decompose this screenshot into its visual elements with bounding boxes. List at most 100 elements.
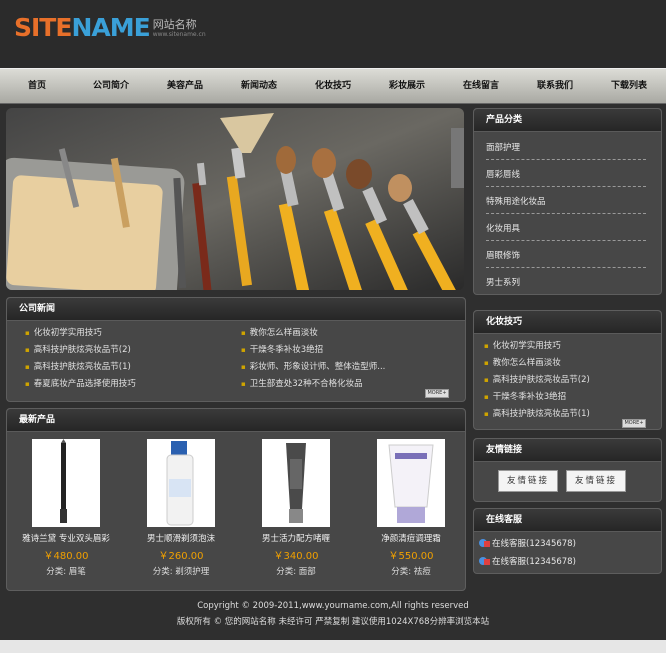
tip-item-label: 教你怎么样画淡妆 [492,358,561,368]
banner-image [6,108,464,290]
bottom-bar [0,640,666,653]
qq-chat-icon [478,556,490,566]
product-category: 分类: 面部 [276,567,316,577]
product-categories-title: 产品分类 [474,109,661,132]
product-image-shaving-foam[interactable] [147,439,215,527]
product-name[interactable]: 男士顺滑剃须泡沫 [126,532,236,544]
news-item-label: 卫生部查处32种不合格化妆品 [249,379,363,389]
news-item[interactable]: ▪ 教你怎么样画淡妆 [241,326,318,338]
product-category: 分类: 剃须护理 [152,567,210,577]
nav-contact[interactable]: 联系我们 [518,69,592,103]
copyright-text: Copyright © 2009-2011,www.yourname.com,A… [197,601,469,611]
product-image-eyebrow-pencil[interactable] [32,439,100,527]
news-item-label: 春夏底妆产品选择使用技巧 [33,379,136,389]
tip-item[interactable]: ▪ 高科技护肤炫亮妆品节(2) [484,373,590,385]
category-item[interactable]: 化妆用具 [486,222,646,241]
friendly-links-title: 友情链接 [474,439,661,462]
logo-url: www.sitename.cn [152,31,206,38]
product-card[interactable]: 雅诗兰黛 专业双头眉彩 ￥480.00 分类: 眉笔 [11,439,121,577]
product-category: 分类: 眉笔 [46,567,86,577]
category-item[interactable]: 男士系列 [486,276,646,294]
news-item[interactable]: ▪ 高科技护肤炫亮妆品节(2) [25,343,131,355]
nav-products[interactable]: 美容产品 [148,69,222,103]
latest-products-title: 最新产品 [7,409,465,432]
logo-brand-b: NAME [71,13,150,42]
nav-tips[interactable]: 化妆技巧 [296,69,370,103]
qq-service-label: 在线客服(12345678) [492,539,576,549]
makeup-tips-panel: 化妆技巧 ▪ 化妆初学实用技巧 ▪ 教你怎么样画淡妆 ▪ 高科技护肤炫亮妆品节(2) … [473,310,662,430]
news-item-label: 化妆初学实用技巧 [33,328,102,338]
eyebrow-pencil-icon [60,439,67,523]
friendly-link-button[interactable]: 友情链接 [566,470,626,492]
qq-service-link[interactable]: 在线客服(12345678) [478,555,576,567]
gel-tube-icon [286,443,306,523]
tip-item[interactable]: ▪ 教你怎么样画淡妆 [484,356,561,368]
product-price: ￥550.00 [388,551,434,562]
category-item[interactable]: 面部护理 [486,141,646,160]
news-item[interactable]: ▪ 化妆初学实用技巧 [25,326,102,338]
company-news-title: 公司新闻 [7,298,465,321]
tip-item-label: 化妆初学实用技巧 [492,341,561,351]
product-price: ￥480.00 [43,551,89,562]
product-image-cream[interactable] [377,439,445,527]
qq-service-label: 在线客服(12345678) [492,557,576,567]
main-nav: 首页 公司简介 美容产品 新闻动态 化妆技巧 彩妆展示 在线留言 联系我们 下载… [0,68,666,104]
tip-item[interactable]: ▪ 高科技护肤炫亮妆品节(1) [484,407,590,419]
news-item[interactable]: ▪ 彩妆师、形象设计师、整体造型师... [241,360,385,372]
logo-brand-a: SITE [14,13,72,42]
news-item-label: 高科技护肤炫亮妆品节(2) [33,345,131,355]
online-service-panel: 在线客服 在线客服(12345678) 在线客服(12345678) [473,508,662,574]
nav-download[interactable]: 下载列表 [592,69,666,103]
product-price: ￥340.00 [273,551,319,562]
tip-item[interactable]: ▪ 化妆初学实用技巧 [484,339,561,351]
company-news-panel: 公司新闻 ▪ 化妆初学实用技巧 ▪ 教你怎么样画淡妆 ▪ 高科技护肤炫亮妆品节(2) … [6,297,466,402]
product-card[interactable]: 男士顺滑剃须泡沫 ￥260.00 分类: 剃须护理 [126,439,236,577]
product-price: ￥260.00 [158,551,204,562]
product-categories-panel: 产品分类 面部护理 唇彩唇线 特殊用途化妆品 化妆用具 眉眼修饰 男士系列 [473,108,662,295]
header: SITENAME 网站名称 www.sitename.cn [0,0,666,68]
friendly-link-button[interactable]: 友情链接 [498,470,558,492]
product-name[interactable]: 男士活力配方啫喱 [241,532,351,544]
logo-side: 网站名称 www.sitename.cn [152,19,206,40]
qq-chat-icon [478,538,490,548]
news-item-label: 干燥冬季补妆3绝招 [249,345,324,355]
makeup-brushes-illustration [6,108,464,290]
category-item[interactable]: 眉眼修饰 [486,249,646,268]
product-card[interactable]: 净颜清痘调理霜 ￥550.00 分类: 祛痘 [356,439,466,577]
news-item[interactable]: ▪ 卫生部查处32种不合格化妆品 [241,377,363,389]
product-name[interactable]: 净颜清痘调理霜 [356,532,466,544]
product-category: 分类: 祛痘 [391,567,431,577]
latest-products-panel: 最新产品 雅诗兰黛 专业双头眉彩 ￥480.00 分类: 眉笔 男士顺滑剃须泡沫… [6,408,466,591]
tip-item-label: 干燥冬季补妆3绝招 [492,392,567,402]
shaving-foam-bottle-icon [166,441,194,526]
news-item[interactable]: ▪ 高科技护肤炫亮妆品节(1) [25,360,131,372]
makeup-tips-title: 化妆技巧 [474,311,661,334]
news-item-label: 高科技护肤炫亮妆品节(1) [33,362,131,372]
more-button[interactable]: MORE+ [622,419,646,428]
tip-item[interactable]: ▪ 干燥冬季补妆3绝招 [484,390,566,402]
product-card[interactable]: 男士活力配方啫喱 ￥340.00 分类: 面部 [241,439,351,577]
online-service-title: 在线客服 [474,509,661,532]
news-item-label: 教你怎么样画淡妆 [249,328,318,338]
friendly-links-panel: 友情链接 友情链接 友情链接 [473,438,662,502]
news-item[interactable]: ▪ 春夏底妆产品选择使用技巧 [25,377,136,389]
category-item[interactable]: 特殊用途化妆品 [486,195,646,214]
footer-notice: 版权所有 © 您的网站名称 未经许可 严禁复制 建议使用1024X768分辨率浏… [176,617,490,627]
news-item-label: 彩妆师、形象设计师、整体造型师... [249,362,386,372]
footer: Copyright © 2009-2011,www.yourname.com,A… [0,598,666,630]
nav-news[interactable]: 新闻动态 [222,69,296,103]
product-image-gel[interactable] [262,439,330,527]
qq-service-link[interactable]: 在线客服(12345678) [478,537,576,549]
nav-message[interactable]: 在线留言 [444,69,518,103]
logo-text: SITENAME [14,13,151,42]
nav-showcase[interactable]: 彩妆展示 [370,69,444,103]
news-item[interactable]: ▪ 干燥冬季补妆3绝招 [241,343,323,355]
more-button[interactable]: MORE+ [425,389,449,398]
tip-item-label: 高科技护肤炫亮妆品节(1) [492,409,590,419]
nav-about[interactable]: 公司简介 [74,69,148,103]
site-logo[interactable]: SITENAME 网站名称 www.sitename.cn [14,10,206,40]
cream-tube-icon [388,444,434,523]
category-item[interactable]: 唇彩唇线 [486,168,646,187]
product-name[interactable]: 雅诗兰黛 专业双头眉彩 [11,532,121,544]
nav-home[interactable]: 首页 [0,69,74,103]
